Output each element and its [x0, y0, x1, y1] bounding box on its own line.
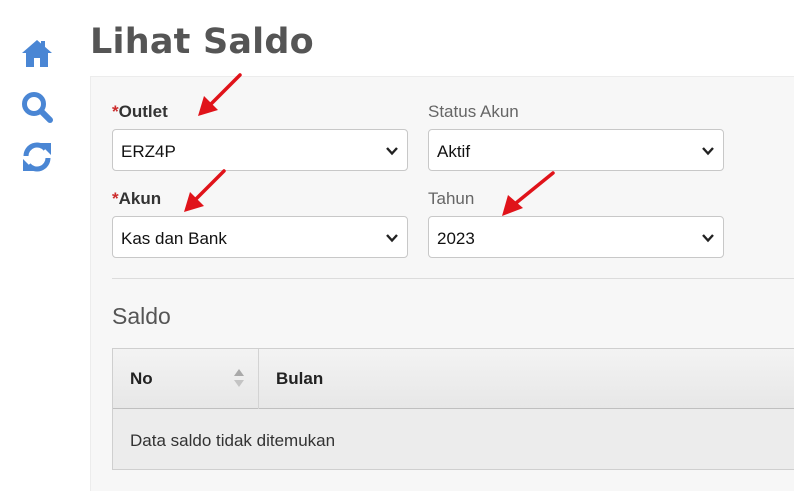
status-akun-select[interactable]: Aktif	[428, 129, 724, 171]
empty-state-message: Data saldo tidak ditemukan	[130, 431, 336, 450]
tahun-value: 2023	[437, 229, 475, 248]
page-title: Lihat Saldo	[90, 22, 314, 62]
refresh-icon[interactable]	[20, 140, 54, 174]
akun-select[interactable]: Kas dan Bank	[112, 216, 408, 258]
saldo-section-title: Saldo	[112, 303, 171, 329]
search-icon[interactable]	[20, 90, 54, 124]
outlet-select[interactable]: ERZ4P	[112, 129, 408, 171]
saldo-table: No Bulan Data saldo tidak ditemukan	[112, 348, 794, 470]
outlet-label-text: Outlet	[118, 102, 168, 121]
column-header-bulan[interactable]: Bulan	[259, 349, 794, 409]
status-akun-value: Aktif	[437, 142, 471, 161]
column-header-bulan-label: Bulan	[276, 369, 324, 388]
column-header-no[interactable]: No	[113, 349, 259, 409]
required-mark: *	[112, 189, 119, 208]
akun-value: Kas dan Bank	[121, 229, 227, 248]
akun-label-text: Akun	[118, 189, 162, 208]
divider	[112, 278, 794, 279]
sort-icon[interactable]	[233, 367, 245, 389]
outlet-value: ERZ4P	[121, 142, 176, 161]
tahun-select[interactable]: 2023	[428, 216, 724, 258]
filter-panel: *Outlet ERZ4P Status Akun Aktif *Akun Ka…	[90, 76, 794, 491]
chevron-down-icon	[386, 234, 398, 243]
column-header-no-label: No	[130, 369, 153, 388]
akun-label: *Akun	[112, 189, 161, 209]
home-icon[interactable]	[20, 36, 54, 70]
chevron-down-icon	[702, 147, 714, 156]
page: Lihat Saldo *Outlet ERZ4P Status Akun Ak…	[0, 0, 794, 491]
sidebar	[0, 0, 80, 491]
tahun-label: Tahun	[428, 189, 475, 208]
outlet-label: *Outlet	[112, 102, 168, 122]
status-akun-label: Status Akun	[428, 102, 519, 121]
table-header: No Bulan	[113, 349, 794, 409]
chevron-down-icon	[386, 147, 398, 156]
required-mark: *	[112, 102, 119, 121]
chevron-down-icon	[702, 234, 714, 243]
